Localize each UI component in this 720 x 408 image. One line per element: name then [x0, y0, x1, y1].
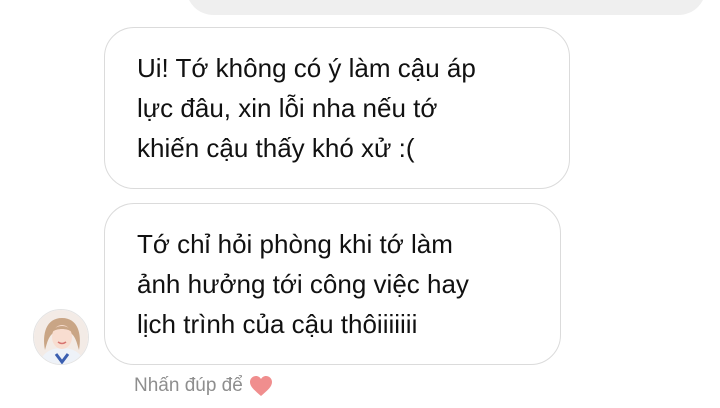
message-line: khiến cậu thấy khó xử :( [137, 133, 415, 163]
avatar-image [34, 310, 88, 364]
outgoing-message-bubble[interactable] [186, 0, 706, 15]
double-tap-hint: Nhấn đúp để [134, 372, 273, 400]
hint-label: Nhấn đúp để [134, 375, 243, 396]
message-line: ảnh hưởng tới công việc hay [137, 269, 469, 299]
avatar[interactable] [33, 309, 89, 365]
message-line: Ui! Tớ không có ý làm cậu áp [137, 53, 476, 83]
message-line: lực đâu, xin lỗi nha nếu tớ [137, 93, 438, 123]
incoming-message-bubble[interactable]: Ui! Tớ không có ý làm cậu áp lực đâu, xi… [104, 27, 570, 189]
message-line: Tớ chỉ hỏi phòng khi tớ làm [137, 229, 453, 259]
incoming-message-bubble[interactable]: Tớ chỉ hỏi phòng khi tớ làm ảnh hưởng tớ… [104, 203, 561, 365]
message-line: lịch trình của cậu thôiiiiiii [137, 309, 418, 339]
heart-icon [249, 375, 273, 397]
